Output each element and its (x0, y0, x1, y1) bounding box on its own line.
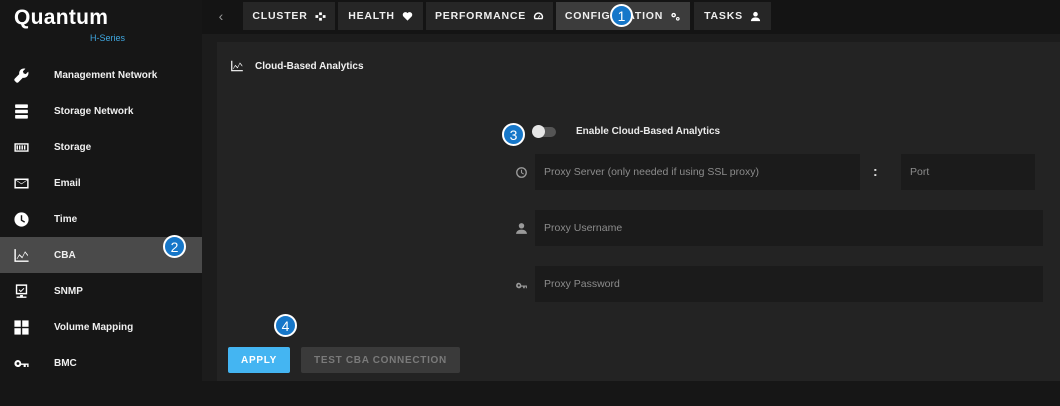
sidebar-item-email[interactable]: Email (0, 165, 202, 201)
tab-performance[interactable]: PERFORMANCE (426, 2, 553, 30)
proxy-password-input[interactable] (535, 266, 1043, 302)
sidebar-item-time[interactable]: Time (0, 201, 202, 237)
sidebar: Quantum H-Series Management Network Stor… (0, 0, 202, 406)
callout-marker: 4 (274, 314, 297, 337)
port-input[interactable] (901, 154, 1035, 190)
callout-marker: 2 (163, 235, 186, 258)
tab-label: TASKS (704, 10, 743, 22)
grid-icon (12, 318, 30, 336)
sidebar-item-label: BMC (54, 357, 77, 369)
gears-icon (671, 12, 680, 21)
tab-label: PERFORMANCE (434, 10, 527, 22)
gauge-icon (533, 11, 544, 19)
sidebar-item-storage-network[interactable]: Storage Network (0, 93, 202, 129)
key-icon (12, 354, 30, 372)
port-separator: : (873, 163, 878, 179)
heart-icon (402, 11, 413, 21)
sidebar-item-label: Storage Network (54, 105, 134, 117)
enable-cba-toggle[interactable] (532, 125, 556, 138)
panel-title: Cloud-Based Analytics (229, 59, 364, 73)
clock-icon (12, 210, 30, 228)
sidebar-item-label: SNMP (54, 285, 83, 297)
tab-cluster[interactable]: CLUSTER (243, 2, 335, 30)
sidebar-item-snmp[interactable]: SNMP (0, 273, 202, 309)
user-icon (750, 11, 760, 21)
chart-icon (231, 60, 243, 72)
clock-icon (514, 165, 528, 179)
test-cba-connection-button[interactable]: TEST CBA CONNECTION (301, 347, 460, 373)
enable-cba-label: Enable Cloud-Based Analytics (576, 126, 721, 137)
bottom-strip (202, 381, 1060, 406)
sidebar-item-volume-mapping[interactable]: Volume Mapping (0, 309, 202, 345)
panel-title-text: Cloud-Based Analytics (255, 60, 364, 72)
key-icon (514, 278, 528, 292)
sidebar-item-bmc[interactable]: BMC (0, 345, 202, 381)
tab-label: CLUSTER (252, 10, 308, 22)
proxy-username-input[interactable] (535, 210, 1043, 246)
brand-name: Quantum (14, 6, 109, 29)
apply-button[interactable]: APPLY (228, 347, 290, 373)
tab-label: HEALTH (348, 10, 395, 22)
envelope-icon (12, 174, 30, 192)
sidebar-item-label: Time (54, 213, 78, 225)
sidebar-item-label: CBA (54, 249, 76, 261)
sidebar-item-label: Volume Mapping (54, 321, 134, 333)
monitor-icon (12, 282, 30, 300)
user-icon (514, 221, 528, 235)
callout-marker: 1 (610, 4, 633, 27)
callout-marker: 3 (502, 123, 525, 146)
sidebar-item-storage[interactable]: Storage (0, 129, 202, 165)
sidebar-item-label: Email (54, 177, 81, 189)
toggle-knob (532, 125, 545, 138)
server-icon (12, 102, 30, 120)
sidebar-item-label: Management Network (54, 69, 158, 81)
cluster-icon (315, 11, 326, 21)
sidebar-item-management-network[interactable]: Management Network (0, 57, 202, 93)
sidebar-item-label: Storage (54, 141, 92, 153)
cba-settings-panel: Cloud-Based Analytics Enable Cloud-Based… (217, 42, 1060, 381)
chevron-left-icon[interactable]: ‹ (208, 3, 234, 29)
tab-tasks[interactable]: TASKS (694, 2, 771, 30)
wrench-icon (12, 66, 30, 84)
brand-subtitle: H-Series (90, 33, 126, 43)
chart-icon (12, 246, 30, 264)
tab-health[interactable]: HEALTH (338, 2, 423, 30)
logo: Quantum H-Series (14, 4, 194, 48)
storage-icon (12, 138, 30, 156)
sidebar-nav: Management Network Storage Network Stora… (0, 57, 202, 381)
proxy-server-input[interactable] (535, 154, 860, 190)
